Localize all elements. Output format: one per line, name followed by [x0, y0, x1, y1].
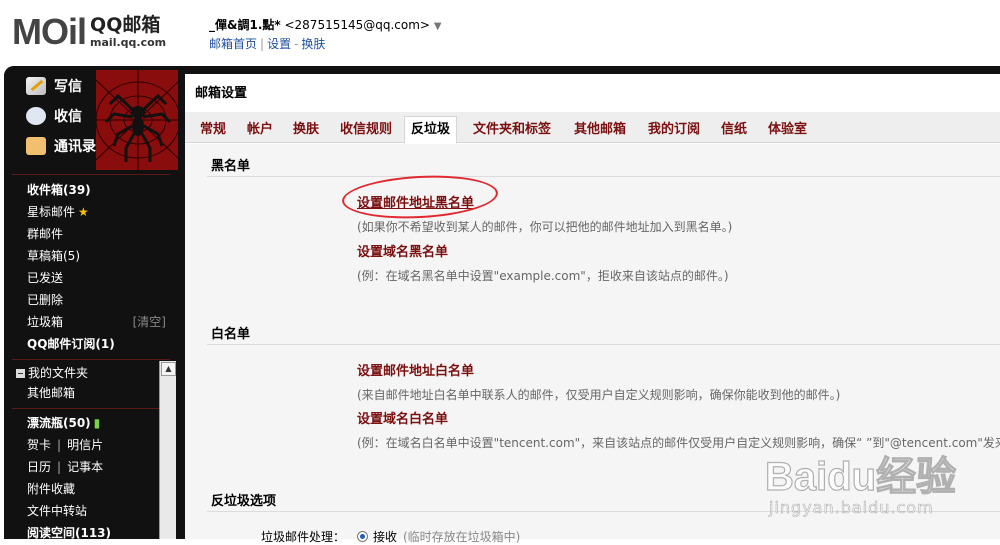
blacklist-domain-link[interactable]: 设置域名黑名单: [357, 241, 448, 260]
envelope-icon: [26, 107, 46, 125]
sidebar-item-calendar: 日历 | 记事本: [4, 456, 178, 478]
account-dropdown-icon[interactable]: ▼: [434, 21, 442, 32]
folder-label: 草稿箱(5): [27, 249, 80, 263]
user-nickname: _僤&調1.點*: [209, 18, 281, 32]
folder-label: 阅读空间(113): [27, 526, 112, 539]
separator: |: [57, 460, 62, 474]
link-separator: |: [260, 37, 265, 51]
page-title: 邮箱设置: [195, 86, 248, 101]
home-link[interactable]: 邮箱首页: [209, 37, 257, 51]
section-divider: [207, 511, 1000, 512]
user-info: _僤&調1.點* <287515145@qq.com> ▼: [209, 16, 442, 33]
sidebar-item-sent[interactable]: 已发送: [4, 267, 178, 289]
tab-general[interactable]: 常规: [194, 117, 232, 143]
folder-label: 附件收藏: [27, 482, 76, 496]
folder-label: 漂流瓶(50): [27, 416, 91, 430]
blacklist-title: 黑名单: [211, 159, 251, 174]
spam-receive-hint: (临时存放在垃圾箱中): [403, 530, 521, 544]
folder-label: 其他邮箱: [27, 386, 76, 400]
logo-text: MOil: [12, 11, 87, 52]
sidebar-item-file-transfer[interactable]: 文件中转站: [4, 500, 178, 522]
bottle-icon: ▮: [93, 416, 101, 430]
folder-label: 已发送: [27, 271, 64, 285]
blacklist-domain-hint: (例：在域名黑名单中设置"example.com"，拒收来自该站点的邮件。): [357, 269, 729, 283]
clear-spam-button[interactable]: [清空]: [133, 313, 166, 331]
spam-receive-radio[interactable]: [357, 531, 368, 542]
sidebar-scrollbar[interactable]: ▲: [159, 361, 176, 539]
tab-my-subscriptions[interactable]: 我的订阅: [642, 117, 706, 143]
brand-url: mail.qq.com: [90, 36, 167, 49]
top-header: MOil QQ邮箱 mail.qq.com _僤&調1.點* <28751514…: [0, 0, 1000, 66]
sidebar-item-drafts[interactable]: 草稿箱(5): [4, 245, 178, 267]
postcard-link[interactable]: 明信片: [67, 438, 103, 452]
pencil-icon: [26, 77, 46, 95]
tab-folders-labels[interactable]: 文件夹和标签: [467, 117, 557, 143]
settings-link[interactable]: 设置: [267, 37, 291, 51]
skin-link[interactable]: 换肤: [301, 37, 325, 51]
settings-content: 黑名单 设置邮件地址黑名单 (如果你不希望收到某人的邮件，你可以把他的邮件地址加…: [185, 144, 1000, 544]
sidebar-item-attachments[interactable]: 附件收藏: [4, 478, 178, 500]
whitelist-domain-link[interactable]: 设置域名白名单: [357, 408, 448, 427]
sidebar-item-group-mail[interactable]: 群邮件: [4, 223, 178, 245]
qqmail-logo[interactable]: MOil QQ邮箱 mail.qq.com: [12, 12, 166, 52]
folder-label: 星标邮件: [27, 205, 76, 219]
sidebar-item-my-folders[interactable]: 我的文件夹: [4, 360, 178, 382]
sidebar-item-drift-bottle[interactable]: 漂流瓶(50) ▮: [4, 412, 178, 434]
folder-label: 文件中转站: [27, 504, 88, 518]
link-separator: -: [294, 37, 299, 51]
folder-label: 垃圾箱: [27, 315, 64, 329]
calendar-link[interactable]: 日历: [27, 460, 51, 474]
tab-account[interactable]: 帐户: [241, 117, 279, 143]
whitelist-address-link[interactable]: 设置邮件地址白名单: [357, 360, 474, 379]
separator: |: [57, 438, 62, 452]
sidebar-item-cards: 贺卡 | 明信片: [4, 434, 178, 456]
antispam-options-title: 反垃圾选项: [211, 494, 277, 509]
whitelist-title: 白名单: [211, 327, 251, 342]
sidebar-item-subscriptions[interactable]: QQ邮件订阅(1): [4, 333, 178, 355]
whitelist-address-hint: (来自邮件地址白名单中联系人的邮件，仅受用户自定义规则影响，确保你能收到他的邮件…: [357, 388, 841, 402]
whitelist-domain-hint: (例：在域名白名单中设置"tencent.com"，来自该站点的邮件仅受用户自定…: [357, 436, 1000, 450]
blacklist-address-hint: (如果你不希望收到某人的邮件，你可以把他的邮件地址加入到黑名单。): [357, 220, 733, 234]
brand-name: QQ邮箱: [90, 14, 161, 36]
tab-antispam[interactable]: 反垃圾: [404, 116, 458, 144]
header-links: 邮箱首页 | 设置 - 换肤: [209, 35, 325, 52]
receive-button[interactable]: 收信: [26, 106, 82, 126]
sidebar-item-starred[interactable]: 星标邮件 ★: [4, 201, 178, 223]
compose-button[interactable]: 写信: [26, 76, 82, 96]
sidebar-item-spam[interactable]: 垃圾箱 [清空]: [4, 311, 178, 333]
sidebar-item-other-mailboxes[interactable]: 其他邮箱: [4, 382, 178, 404]
tab-other-mailboxes[interactable]: 其他邮箱: [568, 117, 632, 143]
tab-stationery[interactable]: 信纸: [715, 117, 753, 143]
address-book-icon: [26, 137, 46, 155]
spider-theme-icon: [96, 70, 178, 170]
contacts-label: 通讯录: [54, 139, 96, 155]
tab-receive-rules[interactable]: 收信规则: [334, 117, 398, 143]
spam-receive-label[interactable]: 接收: [373, 528, 397, 545]
collapse-icon[interactable]: [16, 369, 25, 378]
folder-label: 已删除: [27, 293, 64, 307]
notepad-link[interactable]: 记事本: [67, 460, 103, 474]
settings-tabs: 常规 帐户 换肤 收信规则 反垃圾 文件夹和标签 其他邮箱 我的订阅 信纸 体验…: [185, 112, 1000, 144]
tab-skin[interactable]: 换肤: [287, 117, 325, 143]
receive-label: 收信: [54, 109, 82, 125]
sidebar: 写信 收信 通讯录 收件箱(39) 星标邮件 ★ 群邮件 草稿箱(5) 已发送 已…: [4, 66, 178, 539]
sidebar-actions: 写信 收信 通讯录: [4, 66, 178, 174]
tab-lab[interactable]: 体验室: [762, 117, 813, 143]
section-divider: [207, 176, 1000, 177]
sidebar-item-reading-space[interactable]: 阅读空间(113): [4, 522, 178, 539]
sidebar-item-inbox[interactable]: 收件箱(39): [4, 179, 178, 201]
scroll-up-icon[interactable]: ▲: [161, 362, 176, 376]
folder-label: 群邮件: [27, 227, 64, 241]
group-label: 我的文件夹: [28, 366, 89, 380]
section-divider: [207, 344, 1000, 345]
star-icon: ★: [78, 205, 89, 219]
user-email: <287515145@qq.com>: [284, 18, 430, 32]
card-link[interactable]: 贺卡: [27, 438, 51, 452]
contacts-button[interactable]: 通讯录: [26, 136, 96, 156]
compose-label: 写信: [54, 79, 82, 95]
folder-label: 收件箱(39): [27, 183, 91, 197]
spam-handling-label: 垃圾邮件处理：: [261, 530, 346, 544]
folder-label: QQ邮件订阅(1): [27, 337, 115, 351]
sidebar-item-deleted[interactable]: 已删除: [4, 289, 178, 311]
